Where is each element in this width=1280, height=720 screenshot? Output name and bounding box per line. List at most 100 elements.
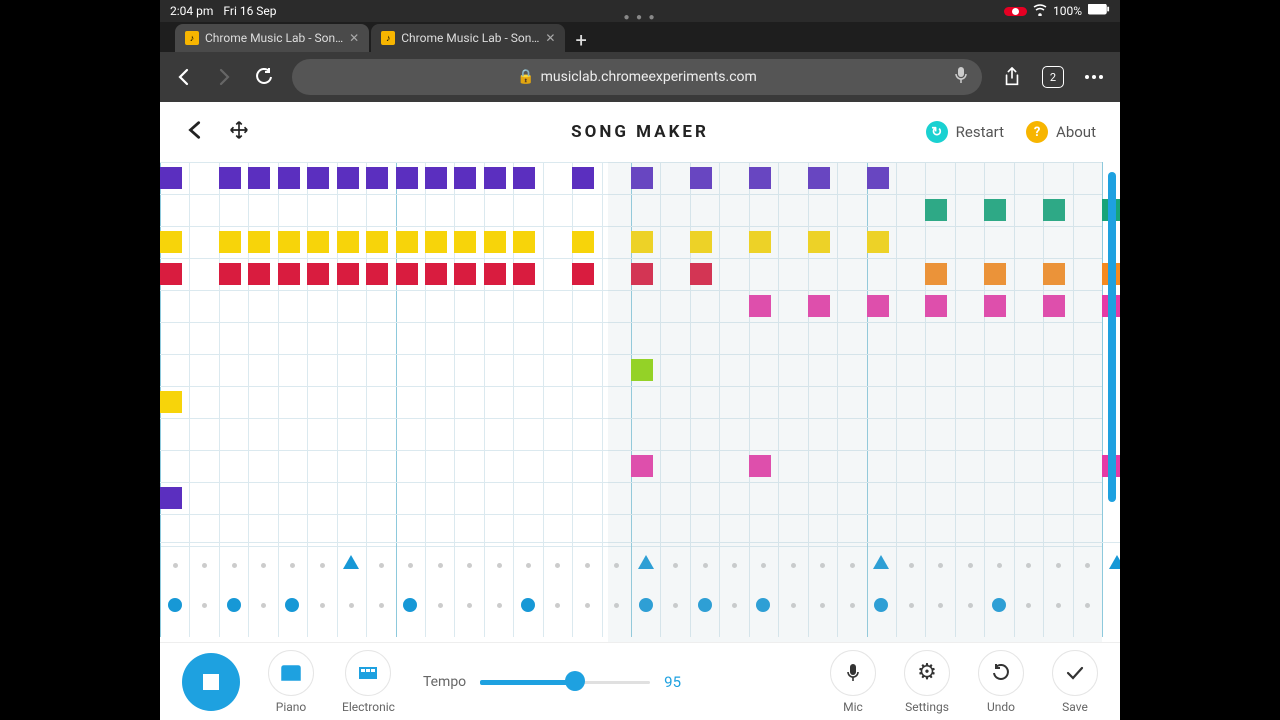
note-cell[interactable] [278,263,300,285]
note-cell[interactable] [690,263,712,285]
about-button[interactable]: ? About [1026,121,1096,143]
note-cell[interactable] [808,167,830,189]
rhythm-note-hi[interactable] [873,555,889,569]
note-cell[interactable] [572,167,594,189]
note-cell[interactable] [396,263,418,285]
rhythm-note-lo[interactable] [403,598,417,612]
note-cell[interactable] [1043,199,1065,221]
rhythm-note-lo[interactable] [227,598,241,612]
note-cell[interactable] [867,167,889,189]
note-cell[interactable] [572,263,594,285]
note-cell[interactable] [160,391,182,413]
reload-button[interactable] [252,65,276,89]
note-cell[interactable] [366,263,388,285]
note-cell[interactable] [484,167,506,189]
note-cell[interactable] [808,295,830,317]
note-cell[interactable] [160,263,182,285]
address-bar[interactable]: 🔒 musiclab.chromeexperiments.com [292,59,982,95]
note-cell[interactable] [631,167,653,189]
rhythm-note-hi[interactable] [343,555,359,569]
note-cell[interactable] [366,231,388,253]
note-cell[interactable] [513,231,535,253]
note-cell[interactable] [749,231,771,253]
note-cell[interactable] [219,263,241,285]
move-icon[interactable] [228,119,250,145]
note-cell[interactable] [160,231,182,253]
rhythm-note-lo[interactable] [521,598,535,612]
stop-button[interactable] [182,653,240,711]
note-cell[interactable] [572,231,594,253]
close-icon[interactable]: ✕ [349,31,359,45]
note-cell[interactable] [513,263,535,285]
note-cell[interactable] [396,231,418,253]
note-cell[interactable] [219,231,241,253]
tabs-button[interactable]: 2 [1042,66,1064,88]
voice-search-icon[interactable] [954,66,968,88]
rhythm-note-lo[interactable] [639,598,653,612]
back-button[interactable] [172,65,196,89]
note-cell[interactable] [160,487,182,509]
note-cell[interactable] [867,295,889,317]
note-cell[interactable] [1043,263,1065,285]
note-cell[interactable] [396,167,418,189]
note-cell[interactable] [248,263,270,285]
note-cell[interactable] [307,231,329,253]
note-cell[interactable] [337,231,359,253]
settings-button[interactable]: ⚙ Settings [904,650,950,714]
note-cell[interactable] [248,231,270,253]
note-cell[interactable] [808,231,830,253]
note-cell[interactable] [631,231,653,253]
rhythm-note-lo[interactable] [992,598,1006,612]
note-cell[interactable] [425,263,447,285]
undo-button[interactable]: Undo [978,650,1024,714]
note-cell[interactable] [690,231,712,253]
restart-button[interactable]: ↻ Restart [926,121,1004,143]
note-cell[interactable] [278,167,300,189]
note-cell[interactable] [984,295,1006,317]
note-cell[interactable] [454,231,476,253]
note-cell[interactable] [307,167,329,189]
scrollbar-thumb[interactable] [1108,172,1116,502]
save-button[interactable]: Save [1052,650,1098,714]
menu-button[interactable] [1080,63,1108,91]
tempo-slider[interactable] [480,678,650,686]
share-button[interactable] [998,63,1026,91]
note-cell[interactable] [513,167,535,189]
note-cell[interactable] [925,295,947,317]
note-cell[interactable] [307,263,329,285]
browser-tab[interactable]: ♪ Chrome Music Lab - Son… ✕ [371,24,565,52]
rhythm-note-lo[interactable] [285,598,299,612]
note-cell[interactable] [984,263,1006,285]
note-cell[interactable] [984,199,1006,221]
instrument-rhythm-button[interactable]: Electronic [342,650,395,714]
note-cell[interactable] [749,167,771,189]
note-cell[interactable] [484,263,506,285]
rhythm-note-lo[interactable] [756,598,770,612]
note-cell[interactable] [366,167,388,189]
rhythm-note-hi[interactable] [638,555,654,569]
note-cell[interactable] [690,167,712,189]
note-cell[interactable] [749,295,771,317]
note-cell[interactable] [248,167,270,189]
browser-tab[interactable]: ♪ Chrome Music Lab - Son… ✕ [175,24,369,52]
note-cell[interactable] [749,455,771,477]
rhythm-note-lo[interactable] [874,598,888,612]
note-cell[interactable] [219,167,241,189]
rhythm-note-lo[interactable] [168,598,182,612]
new-tab-button[interactable]: + [567,28,594,52]
close-icon[interactable]: ✕ [545,31,555,45]
note-cell[interactable] [631,359,653,381]
note-cell[interactable] [454,167,476,189]
note-cell[interactable] [278,231,300,253]
note-cell[interactable] [337,167,359,189]
rhythm-note-hi[interactable] [1109,555,1120,569]
note-cell[interactable] [925,199,947,221]
note-cell[interactable] [925,263,947,285]
note-cell[interactable] [454,263,476,285]
note-cell[interactable] [425,167,447,189]
instrument-melody-button[interactable]: Piano [268,650,314,714]
app-back-button[interactable] [184,119,206,145]
rhythm-note-lo[interactable] [698,598,712,612]
note-cell[interactable] [867,231,889,253]
note-cell[interactable] [160,167,182,189]
